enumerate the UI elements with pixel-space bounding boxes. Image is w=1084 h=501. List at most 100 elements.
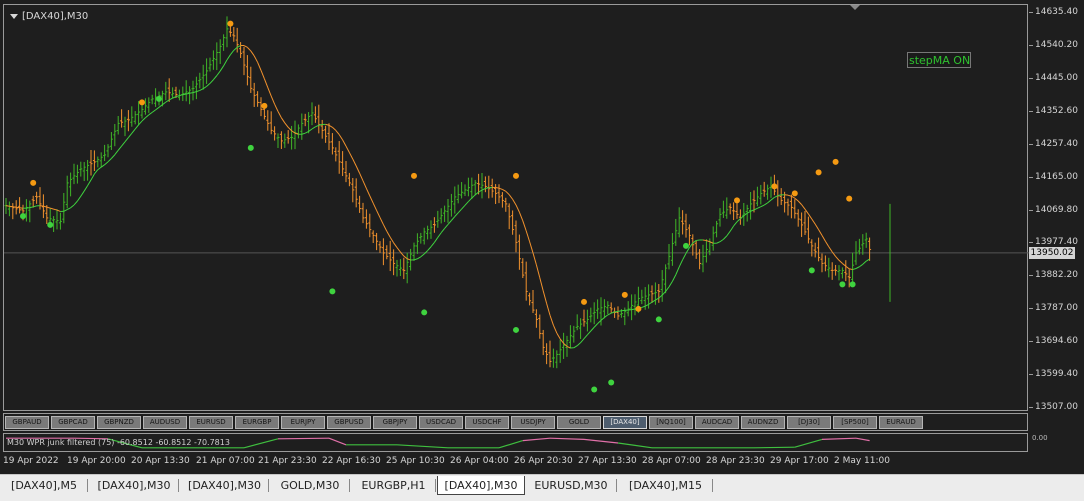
price-bar [653,282,657,305]
symbol-button-usdcad[interactable]: USDCAD [419,416,463,429]
wpr-line-segment [396,444,449,449]
price-bar [341,151,345,177]
moving-average-segment [505,190,510,196]
chart-tab[interactable]: [DAX40],M30 [437,476,525,495]
moving-average-segment [291,130,296,134]
symbol-button-audcad[interactable]: AUDCAD [695,416,739,429]
price-bar [548,340,552,368]
chart-tab-label: [DAX40],M30 [444,479,518,492]
symbol-button-eurjpy[interactable]: EURJPY [281,416,325,429]
price-bar [749,192,753,220]
price-bar [711,226,715,251]
price-bar [381,238,385,266]
symbol-button-gbpusd[interactable]: GBPUSD [327,416,371,429]
symbol-button-audusd[interactable]: AUDUSD [143,416,187,429]
chart-tab[interactable]: [DAX40],M30 [180,476,269,495]
tab-separator [435,479,436,492]
indicator-subwindow[interactable]: M30 WPR junk filtered (75) -60.8512 -60.… [3,433,1028,452]
moving-average-segment [522,220,527,232]
symbol-button-sp500[interactable]: [SP500] [833,416,877,429]
symbol-button-gbpjpy[interactable]: GBPJPY [373,416,417,429]
price-bar [198,72,202,89]
moving-average-segment [593,323,598,328]
price-bar [589,307,593,323]
chart-window[interactable]: [DAX40],M30 stepMA ON 14635.40 14540.20 14… [0,0,1084,474]
symbol-button-gold[interactable]: GOLD [557,416,601,429]
moving-average-segment [549,315,554,326]
symbol-button-usdchf[interactable]: USDCHF [465,416,509,429]
moving-average-segment [678,259,684,268]
buy-signal-dot [655,316,662,323]
chart-tab[interactable]: [DAX40],M15 [618,476,713,495]
symbol-button-nq100[interactable]: [NQ100] [649,416,693,429]
buy-signal-dot [608,379,615,386]
price-bar [650,285,654,304]
price-bar [511,210,515,235]
symbol-button-audnzd[interactable]: AUDNZD [741,416,785,429]
price-bar [137,101,141,126]
price-bar [667,243,671,270]
price-bar [640,289,644,305]
price-bar [164,81,168,101]
symbol-button-eurusd[interactable]: EURUSD [189,416,233,429]
moving-average-segment [213,75,218,81]
moving-average-segment [658,294,663,299]
time-tick-label: 19 Apr 2022 [3,456,59,466]
chart-title: [DAX40],M30 [10,10,88,24]
moving-average-segment [165,99,170,103]
chart-tab[interactable]: EURUSD,M30 [525,476,617,495]
price-bar [789,194,793,219]
moving-average-segment [437,232,442,238]
time-tick-label: 20 Apr 13:30 [131,456,190,466]
price-bar [113,124,117,147]
price-bar [116,116,120,135]
symbol-button-dax40[interactable]: [DAX40] [603,416,647,429]
chart-tab[interactable]: GOLD,M30 [270,476,350,495]
chart-tab[interactable]: [DAX40],M30 [89,476,179,495]
symbol-button-eurgbp[interactable]: EURGBP [235,416,279,429]
price-bar [358,195,362,213]
moving-average-segment [186,92,190,95]
moving-average-segment [587,330,592,336]
sell-signal-dot [139,99,145,106]
symbol-button-gbpaud[interactable]: GBPAUD [5,416,49,429]
moving-average-segment [104,161,109,166]
symbol-button-euraud[interactable]: EURAUD [879,416,923,429]
price-bar [800,212,804,237]
symbol-button-gbpcad[interactable]: GBPCAD [51,416,95,429]
moving-average-segment [451,216,456,221]
symbol-button-usdjpy[interactable]: USDJPY [511,416,555,429]
price-bar [320,119,324,139]
moving-average-segment [849,268,853,271]
price-bar [402,257,406,280]
moving-average-segment [794,197,799,202]
price-bar [779,188,783,206]
main-chart-area[interactable]: [DAX40],M30 stepMA ON [3,4,1029,412]
moving-average-segment [671,274,677,282]
price-chart-svg[interactable] [4,5,1029,412]
moving-average-segment [651,299,656,303]
price-bar [69,172,73,197]
moving-average-segment [16,206,20,209]
chart-tab[interactable]: [DAX40],M5 [0,476,88,495]
price-bar [572,325,576,343]
symbol-button-dj30[interactable]: [DJ30] [787,416,831,429]
price-axis: 14635.40 14540.20 14445.00 14352.60 14257.40… [1029,4,1084,412]
time-tick-label: 29 Apr 17:00 [770,456,829,466]
moving-average-segment [706,240,710,243]
moving-average-segment [733,221,738,227]
price-bar [582,309,586,327]
price-tick-label: 14165.00 [1029,171,1078,182]
wpr-line-segment [855,437,870,442]
moving-average-segment [26,207,30,209]
moving-average-segment [134,124,139,130]
moving-average-segment [365,188,371,197]
collapse-triangle-icon[interactable] [10,13,18,19]
price-bar [7,201,11,217]
buy-signal-dot [247,144,254,151]
moving-average-segment [219,65,225,72]
symbol-button-gbpnzd[interactable]: GBPNZD [97,416,141,429]
price-bar [181,86,185,102]
chart-tab[interactable]: EURGBP,H1 [351,476,436,495]
price-bar [687,224,691,246]
